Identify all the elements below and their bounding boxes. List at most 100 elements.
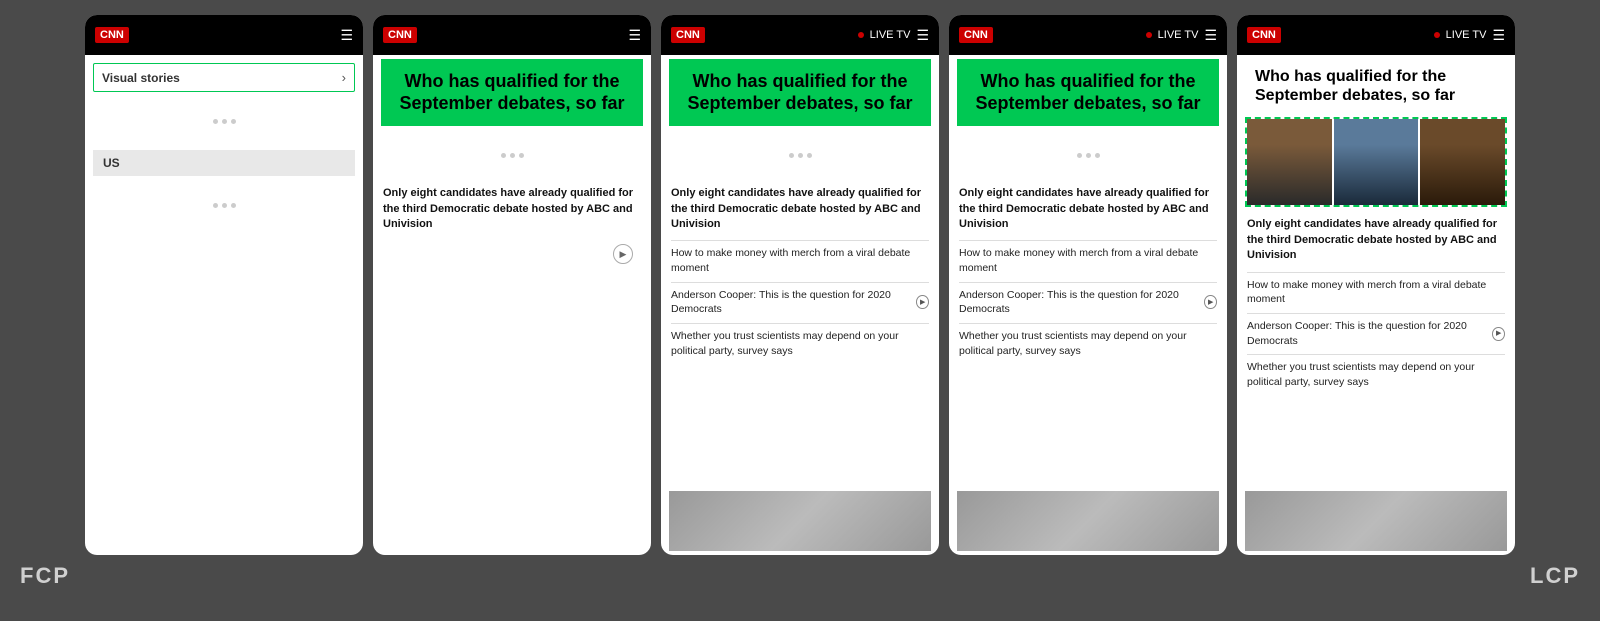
article-sub-4-1: How to make money with merch from a vira… — [959, 240, 1217, 275]
phone-3-header: CNN LIVE TV ☰ — [661, 15, 939, 55]
video-grey-4 — [957, 491, 1219, 551]
dot-1 — [213, 119, 218, 124]
labels-area: FCP LCP — [0, 555, 1600, 597]
header-right-4: LIVE TV ☰ — [1146, 27, 1217, 44]
article-content-4: Only eight candidates have already quali… — [949, 180, 1227, 491]
dot-p4-2 — [1086, 153, 1091, 158]
video-grey-3 — [669, 491, 931, 551]
phone-3-body: Who has qualified for the September deba… — [661, 55, 939, 555]
phone-1-header: CNN ☰ — [85, 15, 363, 55]
phone-5-header: CNN LIVE TV ☰ — [1237, 15, 1515, 55]
phone-2-header: CNN ☰ — [373, 15, 651, 55]
debate-image-5 — [1245, 117, 1507, 207]
article-sub-text-3-2: Anderson Cooper: This is the question fo… — [671, 288, 912, 317]
article-content-3: Only eight candidates have already quali… — [661, 180, 939, 491]
play-icon-4[interactable]: ▶ — [1204, 295, 1217, 309]
headline-5: Who has qualified for the September deba… — [1245, 59, 1507, 113]
dot-p3-1 — [789, 153, 794, 158]
header-right-3: LIVE TV ☰ — [858, 27, 929, 44]
headline-3: Who has qualified for the September deba… — [669, 59, 931, 126]
debate-person-2 — [1334, 119, 1419, 205]
dot-p3-2 — [798, 153, 803, 158]
phone-2: CNN ☰ Who has qualified for the Septembe… — [373, 15, 651, 555]
headline-2: Who has qualified for the September deba… — [381, 59, 643, 126]
play-icon-5[interactable]: ▶ — [1492, 327, 1505, 341]
dot-2 — [222, 119, 227, 124]
loading-dots-p3 — [661, 130, 939, 180]
phone-5: CNN LIVE TV ☰ Who has qualified for the … — [1237, 15, 1515, 555]
live-tv-label-3: LIVE TV — [870, 29, 911, 41]
article-sub-4-3: Whether you trust scientists may depend … — [959, 323, 1217, 358]
article-sub-link-4: Anderson Cooper: This is the question fo… — [959, 288, 1217, 317]
main-area: CNN ☰ Visual stories › US CNN ☰ — [0, 0, 1600, 555]
headline-title-3: Who has qualified for the September deba… — [683, 71, 917, 114]
dot-p4-3 — [1095, 153, 1100, 158]
phone-4-header: CNN LIVE TV ☰ — [949, 15, 1227, 55]
phone-1: CNN ☰ Visual stories › US — [85, 15, 363, 555]
live-tv-label-5: LIVE TV — [1446, 29, 1487, 41]
article-sub-3-2: Anderson Cooper: This is the question fo… — [671, 282, 929, 317]
video-play-btn-2[interactable]: ▶ — [613, 244, 633, 264]
hamburger-icon-2[interactable]: ☰ — [628, 27, 641, 44]
article-content-5: Only eight candidates have already quali… — [1237, 211, 1515, 491]
debate-person-3 — [1420, 119, 1505, 205]
visual-stories-bar[interactable]: Visual stories › — [93, 63, 355, 92]
cnn-logo-5: CNN — [1247, 27, 1281, 43]
article-sub-text-4-2: Anderson Cooper: This is the question fo… — [959, 288, 1200, 317]
fcp-label: FCP — [20, 563, 70, 589]
header-right-5: LIVE TV ☰ — [1434, 27, 1505, 44]
video-grey-5 — [1245, 491, 1507, 551]
loading-dots-p2 — [373, 130, 651, 180]
phone-4: CNN LIVE TV ☰ Who has qualified for the … — [949, 15, 1227, 555]
article-sub-4-2: Anderson Cooper: This is the question fo… — [959, 282, 1217, 317]
cnn-logo-2: CNN — [383, 27, 417, 43]
dot-5 — [222, 203, 227, 208]
headline-4: Who has qualified for the September deba… — [957, 59, 1219, 126]
hamburger-icon-5[interactable]: ☰ — [1492, 27, 1505, 44]
headline-title-5: Who has qualified for the September deba… — [1255, 67, 1497, 105]
lcp-label: LCP — [1530, 563, 1580, 589]
dot-4 — [213, 203, 218, 208]
video-bar-2: ▶ — [383, 240, 641, 268]
dot-6 — [231, 203, 236, 208]
article-lead-4: Only eight candidates have already quali… — [959, 186, 1217, 232]
visual-stories-label: Visual stories — [102, 71, 180, 85]
article-lead-3: Only eight candidates have already quali… — [671, 186, 929, 232]
article-sub-text-5-2: Anderson Cooper: This is the question fo… — [1247, 319, 1488, 348]
visual-stories-chevron[interactable]: › — [342, 70, 346, 85]
debate-person-1 — [1247, 119, 1332, 205]
headline-title-4: Who has qualified for the September deba… — [971, 71, 1205, 114]
article-content-2: Only eight candidates have already quali… — [373, 180, 651, 555]
us-section: US — [93, 150, 355, 176]
video-placeholder-3 — [669, 491, 931, 551]
article-sub-3-1: How to make money with merch from a vira… — [671, 240, 929, 275]
article-sub-3-3: Whether you trust scientists may depend … — [671, 323, 929, 358]
person-silhouette-2 — [1334, 119, 1419, 205]
cnn-logo-3: CNN — [671, 27, 705, 43]
dot-p2-2 — [510, 153, 515, 158]
article-lead-5: Only eight candidates have already quali… — [1247, 217, 1505, 263]
phone-4-body: Who has qualified for the September deba… — [949, 55, 1227, 555]
person-silhouette-1 — [1247, 119, 1332, 205]
loading-dots-p4 — [949, 130, 1227, 180]
article-lead-2: Only eight candidates have already quali… — [383, 186, 641, 232]
phone-1-body: Visual stories › US — [85, 55, 363, 555]
hamburger-icon-4[interactable]: ☰ — [1204, 27, 1217, 44]
loading-dots-2 — [85, 180, 363, 230]
cnn-logo-4: CNN — [959, 27, 993, 43]
live-tv-label-4: LIVE TV — [1158, 29, 1199, 41]
article-sub-5-1: How to make money with merch from a vira… — [1247, 272, 1505, 307]
play-icon-3[interactable]: ▶ — [916, 295, 929, 309]
hamburger-icon-3[interactable]: ☰ — [916, 27, 929, 44]
phone-3: CNN LIVE TV ☰ Who has qualified for the … — [661, 15, 939, 555]
hamburger-icon-1[interactable]: ☰ — [340, 27, 353, 44]
video-placeholder-4 — [957, 491, 1219, 551]
live-dot-4 — [1146, 32, 1152, 38]
dot-p2-3 — [519, 153, 524, 158]
dot-p2-1 — [501, 153, 506, 158]
headline-title-2: Who has qualified for the September deba… — [395, 71, 629, 114]
person-silhouette-3 — [1420, 119, 1505, 205]
video-placeholder-5 — [1245, 491, 1507, 551]
article-sub-link-5: Anderson Cooper: This is the question fo… — [1247, 319, 1505, 348]
phone-2-body: Who has qualified for the September deba… — [373, 55, 651, 555]
